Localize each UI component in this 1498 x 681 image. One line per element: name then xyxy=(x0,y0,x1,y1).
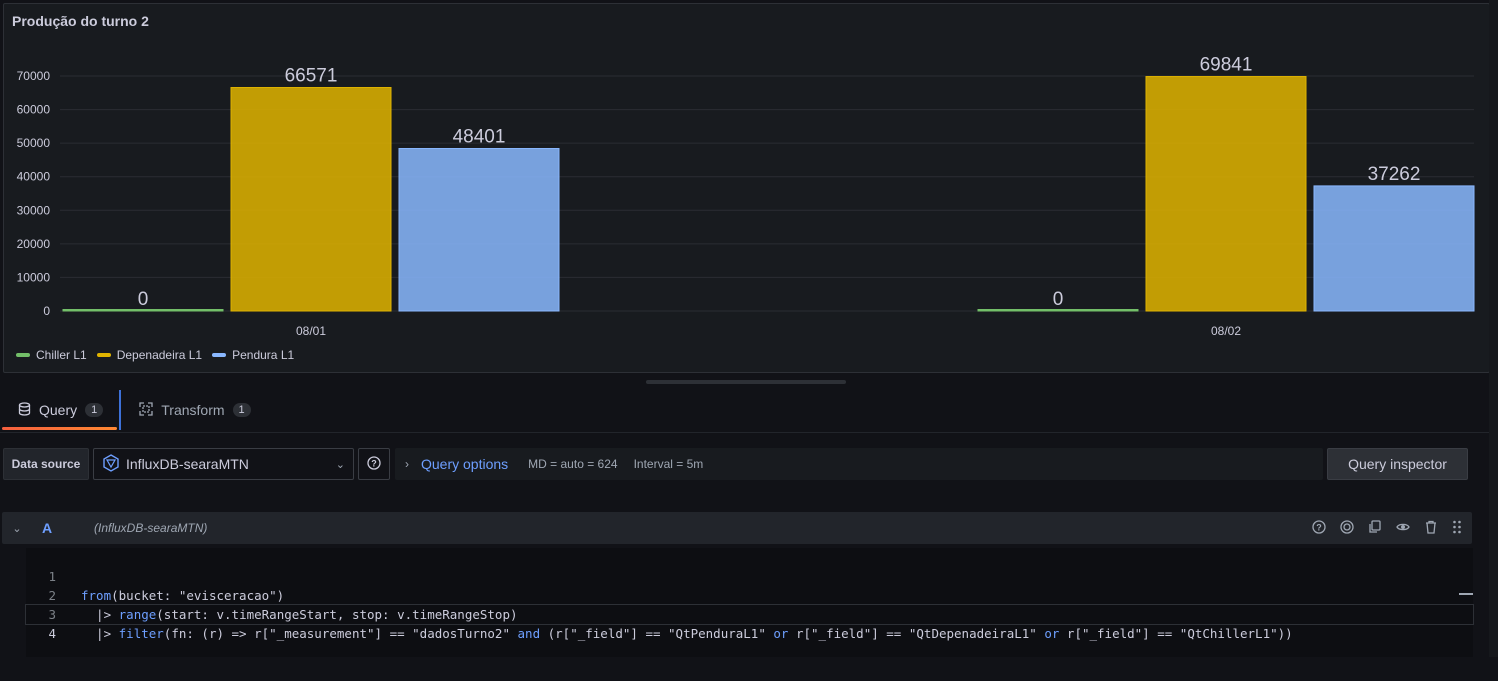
data-label: 66571 xyxy=(285,66,338,87)
chart-panel: Produção do turno 2 0 10000 20000 30000 4000… xyxy=(3,3,1490,373)
bar xyxy=(1145,76,1307,312)
bar xyxy=(1313,185,1475,312)
code-line: 2 |> range(start: v.timeRangeStart, stop… xyxy=(26,567,1473,622)
datasource-label: Data source xyxy=(3,448,89,480)
code-line: 3 |> filter(fn: (r) => r["_measurement"]… xyxy=(26,586,1473,641)
eye-icon[interactable] xyxy=(1396,520,1410,537)
legend-label: Depenadeira L1 xyxy=(116,348,203,362)
data-label: 0 xyxy=(138,289,149,310)
code-line: 4 xyxy=(25,604,1474,641)
data-label: 37262 xyxy=(1368,164,1421,185)
legend-label: Chiller L1 xyxy=(36,348,87,362)
code-editor[interactable]: 1 from(bucket: "evisceracao") 2 |> range… xyxy=(25,548,1474,657)
chevron-right-icon: › xyxy=(405,457,409,471)
query-inspector-button[interactable]: Query inspector xyxy=(1327,448,1468,480)
legend-item[interactable]: Chiller L1 xyxy=(16,348,87,362)
query-options-toggle[interactable]: › Query options MD = auto = 624 Interval… xyxy=(395,448,1323,480)
y-tick-label: 40000 xyxy=(17,170,51,184)
chevron-down-icon: ⌄ xyxy=(335,458,345,471)
query-letter[interactable]: A xyxy=(32,520,94,536)
code-line: 1 from(bucket: "evisceracao") xyxy=(26,548,1473,603)
legend-swatch xyxy=(16,353,30,357)
y-tick-label: 10000 xyxy=(17,270,51,284)
drag-handle-icon[interactable] xyxy=(1452,520,1462,537)
trash-icon[interactable] xyxy=(1424,520,1438,537)
svg-text:?: ? xyxy=(371,458,377,468)
y-tick-label: 30000 xyxy=(17,203,51,217)
code-text: |> filter(fn: (r) => r["_measurement"] =… xyxy=(81,626,1293,641)
datasource-help-button[interactable]: ? xyxy=(358,448,390,480)
legend-swatch xyxy=(212,353,227,357)
duplicate-icon[interactable] xyxy=(1368,519,1382,537)
y-tick-label: 50000 xyxy=(17,136,51,150)
page-scrollbar[interactable] xyxy=(1489,0,1498,657)
query-options-label: Query options xyxy=(421,456,509,472)
datasource-picker[interactable]: InfluxDB-searaMTN ⌄ xyxy=(93,448,354,480)
data-label: 48401 xyxy=(453,127,506,148)
database-icon xyxy=(18,401,31,419)
query-datasource-name: (InfluxDB-searaMTN) xyxy=(94,521,208,535)
data-label: 0 xyxy=(1053,289,1064,310)
toggle-query-icon[interactable] xyxy=(1340,519,1354,537)
y-tick-label: 70000 xyxy=(17,69,51,83)
bar xyxy=(230,87,392,312)
chart-legend: Chiller L1 Depenadeira L1 Pendura L1 xyxy=(16,348,294,362)
legend-item[interactable]: Pendura L1 xyxy=(212,348,294,362)
query-row-header: ⌄ A (InfluxDB-searaMTN) ? xyxy=(2,512,1472,544)
y-tick-label: 20000 xyxy=(17,237,51,251)
tab-transform-count: 1 xyxy=(232,403,251,417)
y-tick-label: 0 xyxy=(43,304,50,318)
question-circle-icon[interactable]: ? xyxy=(1312,519,1326,537)
query-options-interval: Interval = 5m xyxy=(633,457,704,471)
y-tick-label: 60000 xyxy=(17,103,51,117)
bar-chart: 0 10000 20000 30000 40000 50000 60000 70000 0 665… xyxy=(17,55,1475,338)
tab-query-label: Query xyxy=(39,402,78,418)
tab-query[interactable]: Query 1 xyxy=(0,390,119,430)
tab-query-count: 1 xyxy=(85,403,104,417)
bar xyxy=(398,148,560,312)
influxdb-icon xyxy=(102,453,120,475)
line-number: 4 xyxy=(48,626,56,641)
chevron-down-icon[interactable]: ⌄ xyxy=(2,522,32,535)
tab-transform[interactable]: Transform 1 xyxy=(121,390,266,430)
x-tick-label: 08/02 xyxy=(1211,324,1241,338)
transform-icon xyxy=(139,401,153,419)
svg-text:?: ? xyxy=(1316,522,1322,532)
datasource-value: InfluxDB-searaMTN xyxy=(126,456,249,472)
legend-swatch xyxy=(96,353,111,357)
query-row-actions: ? xyxy=(1312,519,1472,537)
legend-label: Pendura L1 xyxy=(232,348,295,362)
x-tick-label: 08/01 xyxy=(296,324,326,338)
editor-scroll-marker xyxy=(1459,593,1473,595)
editor-tabs: Query 1 Transform 1 xyxy=(0,390,1498,432)
legend-item[interactable]: Depenadeira L1 xyxy=(96,348,203,362)
data-label: 69841 xyxy=(1200,55,1253,76)
query-options-md: MD = auto = 624 xyxy=(528,457,618,471)
tab-transform-label: Transform xyxy=(161,402,225,418)
pane-resize-handle[interactable] xyxy=(646,380,846,384)
question-circle-icon: ? xyxy=(367,455,381,473)
